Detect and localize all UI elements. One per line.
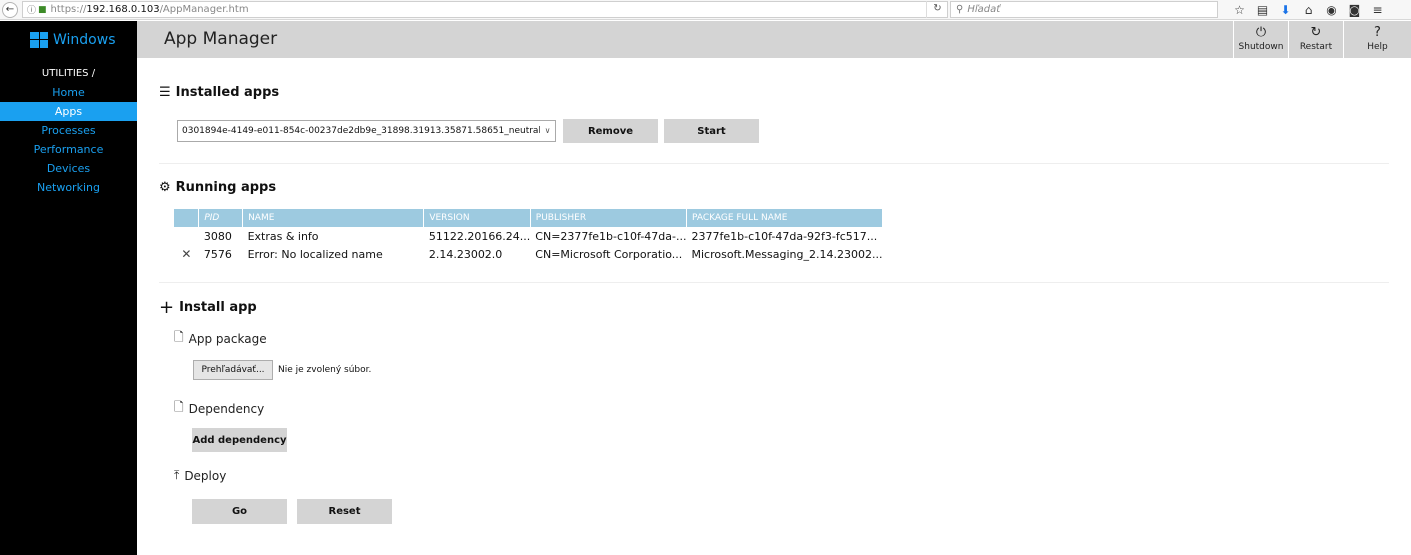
restart-icon: ↻: [1310, 25, 1322, 40]
column-header-package[interactable]: PACKAGE FULL NAME: [686, 209, 884, 227]
browser-search-input[interactable]: ⚲ Hľadať: [950, 1, 1218, 18]
main-content: ☰ Installed apps 0301894e-4149-e011-854c…: [137, 58, 1411, 555]
deploy-label: Deploy: [184, 468, 227, 483]
start-button[interactable]: Start: [664, 119, 759, 143]
gears-icon: ⚙: [159, 180, 171, 195]
pocket-icon[interactable]: ◙: [1343, 3, 1366, 17]
plus-icon: +: [159, 297, 175, 318]
dependency-heading: 🗋 Dependency: [174, 398, 264, 419]
column-header-version[interactable]: VERSION: [423, 209, 531, 227]
browser-toolbar: ← ⓘ ■ https://192.168.0.103/AppManager.h…: [0, 0, 1411, 20]
back-button[interactable]: ←: [0, 0, 20, 20]
name-cell: Error: No localized name: [247, 247, 383, 261]
version-cell: 51122.20166.24...: [428, 229, 531, 243]
running-apps-table: PID NAME VERSION PUBLISHER PACKAGE FULL …: [174, 209, 884, 263]
sidebar-item-processes[interactable]: Processes: [0, 121, 137, 140]
file-icon: 🗋: [174, 330, 184, 344]
version-cell: 2.14.23002.0: [428, 247, 503, 261]
url-path: /AppManager.htm: [159, 4, 249, 15]
url-host: 192.168.0.103: [86, 4, 160, 15]
page-title: App Manager: [164, 29, 278, 49]
publisher-cell: CN=Microsoft Corporatio...: [535, 247, 683, 261]
column-header-name[interactable]: NAME: [242, 209, 425, 227]
install-app-title: Install app: [179, 300, 257, 315]
sidebar-item-networking[interactable]: Networking: [0, 178, 137, 197]
row-close-cell: [174, 227, 199, 245]
brand-text: Windows: [53, 31, 116, 48]
deploy-heading: ⤒ Deploy: [174, 468, 226, 483]
app-package-label: App package: [188, 331, 267, 346]
address-bar[interactable]: ⓘ ■ https://192.168.0.103/AppManager.htm: [22, 1, 948, 18]
info-icon[interactable]: ⓘ: [27, 3, 36, 16]
shutdown-label: Shutdown: [1238, 42, 1284, 52]
sidebar-item-home[interactable]: Home: [0, 83, 137, 102]
page-header: App Manager ⏻ Shutdown ↻ Restart ? Help: [137, 21, 1411, 58]
installed-apps-heading: ☰ Installed apps: [159, 85, 279, 100]
help-label: Help: [1367, 42, 1388, 52]
restart-button[interactable]: ↻ Restart: [1288, 21, 1343, 58]
installed-apps-title: Installed apps: [175, 85, 280, 100]
package-cell: Microsoft.Messaging_2.14.23002...: [691, 247, 883, 261]
reload-icon[interactable]: ↻: [926, 1, 948, 18]
search-icon: ⚲: [956, 4, 964, 15]
dependency-label: Dependency: [188, 401, 265, 416]
help-button[interactable]: ? Help: [1343, 21, 1411, 58]
selected-app-value: 0301894e-4149-e011-854c-00237de2db9e_318…: [182, 126, 556, 136]
name-cell: Extras & info: [247, 229, 319, 243]
column-header-close: [174, 209, 200, 227]
column-header-pid[interactable]: PID: [198, 209, 244, 227]
close-icon[interactable]: ✕: [174, 245, 199, 263]
pid-cell: 7576: [203, 247, 232, 261]
running-apps-heading: ⚙ Running apps: [159, 180, 276, 195]
restart-label: Restart: [1299, 42, 1333, 52]
windows-logo-icon: [30, 31, 48, 48]
running-apps-title: Running apps: [175, 180, 277, 195]
sidebar: Windows UTILITIES / Home Apps Processes …: [0, 21, 137, 555]
power-icon: ⏻: [1255, 25, 1267, 40]
shutdown-button[interactable]: ⏻ Shutdown: [1233, 21, 1288, 58]
table-row[interactable]: ✕ 7576 Error: No localized name 2.14.230…: [174, 245, 883, 263]
help-icon: ?: [1374, 25, 1381, 40]
table-header-row: PID NAME VERSION PUBLISHER PACKAGE FULL …: [174, 209, 884, 227]
back-arrow-icon: ←: [2, 1, 18, 18]
browse-file-button[interactable]: Prehľadávať...: [193, 360, 273, 380]
section-divider: [159, 282, 1389, 283]
nav-list: Home Apps Processes Performance Devices …: [0, 83, 137, 197]
add-dependency-button[interactable]: Add dependency: [192, 428, 287, 452]
go-button[interactable]: Go: [192, 499, 287, 524]
package-cell: 2377fe1b-c10f-47da-92f3-fc517...: [691, 229, 878, 243]
pid-cell: 3080: [203, 229, 232, 243]
reading-list-icon[interactable]: ▤: [1251, 3, 1274, 17]
column-header-publisher[interactable]: PUBLISHER: [530, 209, 687, 227]
url-protocol: https://: [50, 4, 87, 15]
star-icon[interactable]: ☆: [1228, 3, 1251, 17]
sidebar-item-performance[interactable]: Performance: [0, 140, 137, 159]
installed-apps-select[interactable]: 0301894e-4149-e011-854c-00237de2db9e_318…: [177, 120, 556, 142]
upload-icon: ⤒: [174, 468, 180, 482]
nav-group-label: UTILITIES /: [41, 68, 96, 79]
publisher-cell: CN=2377fe1b-c10f-47da-...: [535, 229, 687, 243]
brand[interactable]: Windows: [0, 21, 137, 58]
no-file-text: Nie je zvolený súbor.: [278, 365, 372, 375]
lock-icon: ■: [38, 4, 47, 15]
sidebar-item-devices[interactable]: Devices: [0, 159, 137, 178]
install-app-heading: + Install app: [159, 297, 257, 318]
sidebar-item-apps[interactable]: Apps: [0, 102, 137, 121]
browser-toolbar-icons: ☆ ▤ ⬇ ⌂ ◉ ◙ ≡: [1228, 0, 1389, 20]
search-placeholder: Hľadať: [967, 4, 1001, 15]
app-package-heading: 🗋 App package: [174, 328, 267, 349]
reset-button[interactable]: Reset: [297, 499, 392, 524]
file-icon: 🗋: [174, 400, 184, 414]
list-icon: ☰: [159, 85, 171, 100]
table-row[interactable]: 3080 Extras & info 51122.20166.24... CN=…: [174, 227, 883, 245]
remove-button[interactable]: Remove: [563, 119, 658, 143]
chevron-down-icon: ∨: [540, 121, 555, 141]
chat-icon[interactable]: ◉: [1320, 3, 1343, 17]
section-divider: [159, 163, 1389, 164]
home-icon[interactable]: ⌂: [1297, 3, 1320, 17]
menu-icon[interactable]: ≡: [1366, 3, 1389, 17]
download-icon[interactable]: ⬇: [1274, 3, 1297, 17]
